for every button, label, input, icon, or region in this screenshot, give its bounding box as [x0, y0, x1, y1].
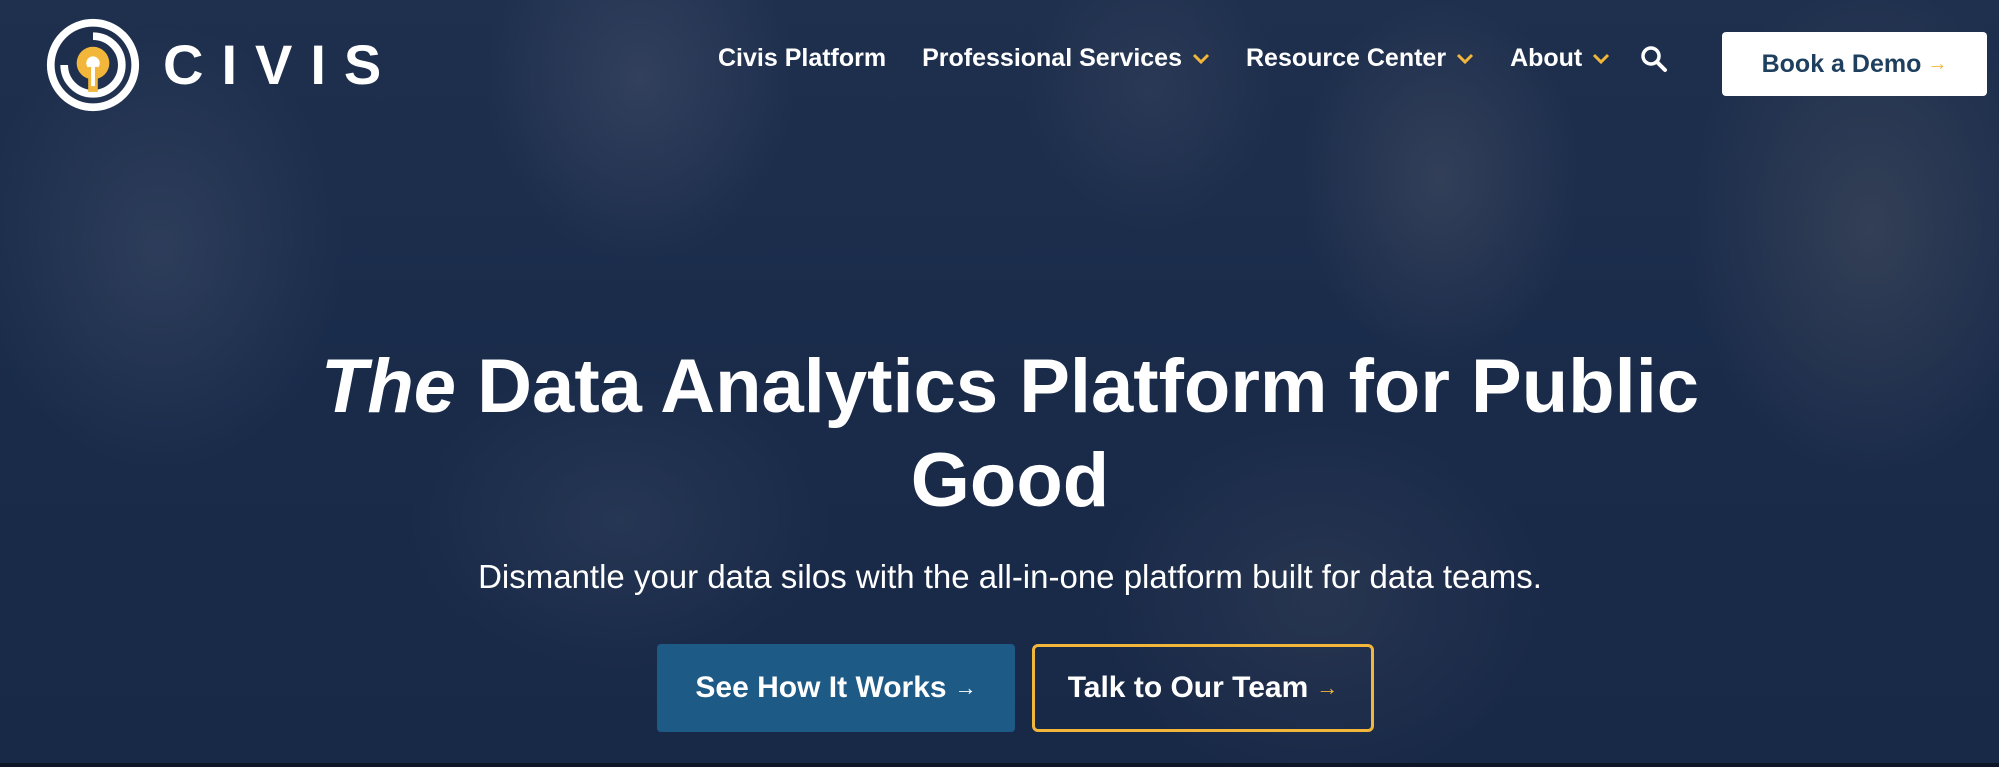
nav-item-about[interactable]: About: [1510, 44, 1610, 73]
nav-item-label: Civis Platform: [718, 44, 887, 72]
nav-item-label: Resource Center: [1245, 44, 1447, 72]
book-demo-button[interactable]: Book a Demo →: [1722, 32, 1987, 96]
arrow-right-icon: →: [1316, 675, 1339, 700]
chevron-down-icon: [1593, 53, 1610, 64]
hero-headline: The Data Analytics Platform for Public G…: [300, 340, 1720, 528]
see-how-it-works-button[interactable]: See How It Works →: [657, 644, 1015, 732]
hero-section: CIVIS Civis Platform Professional Servic…: [0, 0, 1999, 767]
hero-subheadline: Dismantle your data silos with the all-i…: [478, 558, 1542, 595]
chevron-down-icon: [1192, 53, 1210, 64]
chevron-down-icon: [1457, 53, 1474, 64]
talk-to-our-team-label: Talk to Our Team: [1067, 671, 1309, 704]
main-nav: Civis Platform Professional Services Res…: [718, 44, 1668, 73]
page-bottom-edge: [0, 763, 1999, 767]
civis-logo-icon: [46, 18, 140, 112]
arrow-right-icon: →: [1927, 52, 1948, 75]
logo-wordmark: CIVIS: [163, 33, 400, 96]
search-icon[interactable]: [1640, 45, 1668, 73]
arrow-right-icon: →: [954, 675, 977, 700]
nav-item-label: About: [1510, 44, 1583, 72]
nav-item-resource-center[interactable]: Resource Center: [1246, 44, 1474, 73]
see-how-it-works-label: See How It Works: [695, 671, 947, 704]
site-header: CIVIS Civis Platform Professional Servic…: [0, 0, 1999, 125]
nav-item-civis-platform[interactable]: Civis Platform: [718, 44, 886, 73]
headline-emphasis: The: [320, 344, 457, 429]
talk-to-our-team-button[interactable]: Talk to Our Team →: [1032, 644, 1374, 732]
nav-item-professional-services[interactable]: Professional Services: [922, 44, 1210, 73]
book-demo-label: Book a Demo: [1761, 49, 1922, 78]
logo[interactable]: CIVIS: [45, 17, 399, 113]
headline-text: Data Analytics Platform for Public Good: [477, 344, 1700, 523]
nav-item-label: Professional Services: [922, 44, 1182, 72]
